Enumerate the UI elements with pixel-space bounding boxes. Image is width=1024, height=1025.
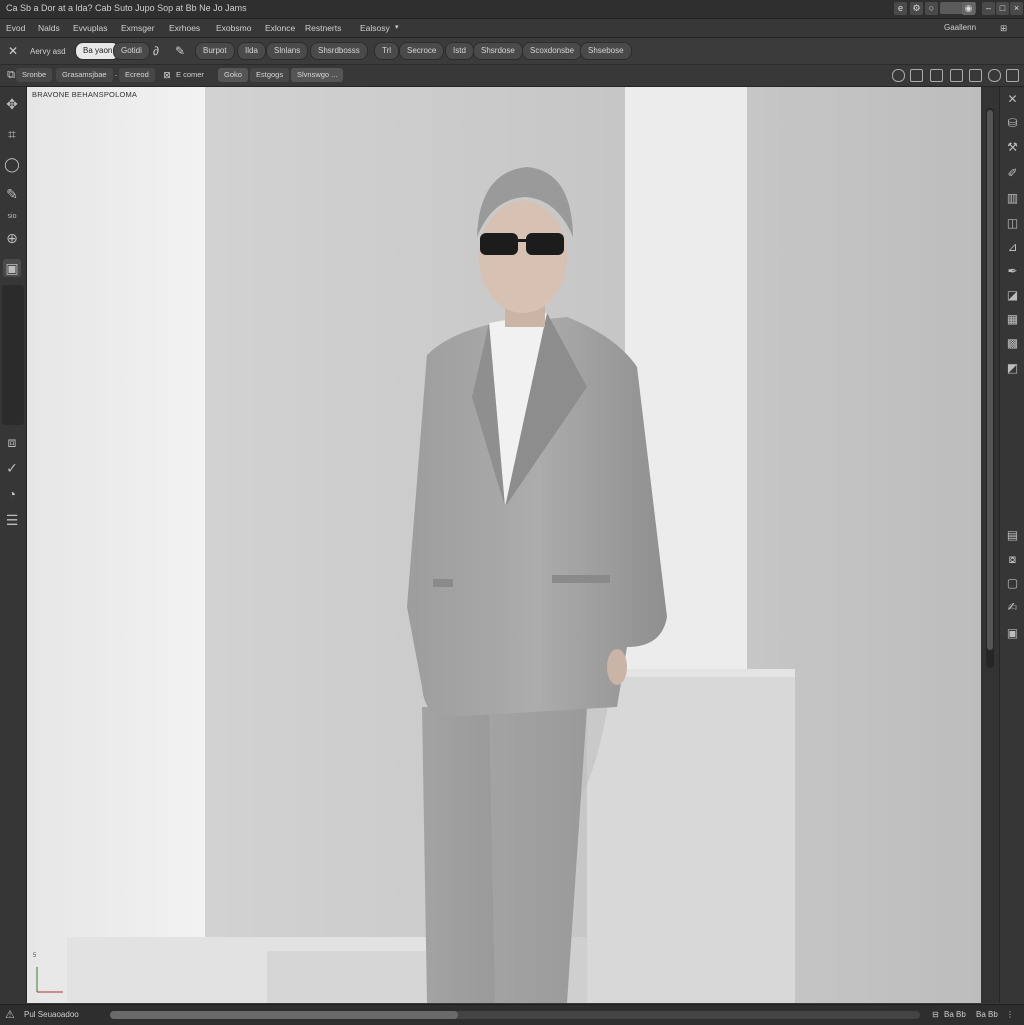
panel-icon[interactable] bbox=[950, 69, 963, 82]
list-icon[interactable]: ☰ bbox=[3, 511, 21, 529]
pill-tab-6[interactable]: Shsrdbosss bbox=[310, 42, 368, 60]
minimize-icon[interactable]: – bbox=[982, 2, 995, 15]
pill-tab-7[interactable]: Secroce bbox=[399, 42, 445, 60]
menu-item-2[interactable]: Nalds bbox=[38, 23, 60, 33]
pill-tab-8[interactable]: Istd bbox=[445, 42, 474, 60]
menu-bar: Evod Nalds Evvuplas Exmsger Exrhoes Exob… bbox=[0, 19, 1024, 38]
history-icon[interactable]: ⧇ bbox=[1004, 551, 1021, 568]
title-bar: Ca Sb a Dor at a lda? Cab Suto Jupo Sop … bbox=[0, 0, 1024, 19]
document-icon[interactable]: ▣ bbox=[3, 259, 21, 277]
toolbar2-item-6[interactable]: Estgogs bbox=[250, 68, 290, 82]
secondary-toolbar: ⧉ Sronbe Grasamsjbae · Ecreod ⊠ E comer … bbox=[0, 65, 1024, 87]
close-icon[interactable]: × bbox=[1010, 2, 1023, 15]
pill-tab-5[interactable]: Slnlans bbox=[266, 42, 309, 60]
brush-panel-icon[interactable]: ✐ bbox=[1004, 165, 1021, 182]
progress-fill bbox=[110, 1011, 459, 1019]
artboard-icon[interactable]: ▢ bbox=[1004, 575, 1021, 592]
pill-tab-tr[interactable]: Trl bbox=[374, 42, 400, 60]
chevron-down-icon[interactable]: ▾ bbox=[395, 23, 399, 31]
channels-icon[interactable]: ◪ bbox=[1004, 287, 1021, 304]
menu-item-1[interactable]: Evod bbox=[6, 23, 25, 33]
status-text: Pul Seuaoadoo bbox=[24, 1010, 79, 1019]
grip-icon[interactable]: ⋮ bbox=[1006, 1010, 1014, 1019]
toolbar2-item-5[interactable]: Goko bbox=[218, 68, 248, 82]
brush-icon[interactable]: ✎ bbox=[173, 44, 187, 58]
close-panel-icon[interactable]: ✕ bbox=[1004, 91, 1021, 108]
crop-icon[interactable]: ⌗ bbox=[3, 125, 21, 143]
status-right-2[interactable]: Ba Bb bbox=[976, 1010, 998, 1019]
progress-bar bbox=[110, 1011, 920, 1019]
warning-icon[interactable]: ⚠ bbox=[5, 1008, 15, 1021]
pill-tab-10[interactable]: Scoxdonsbe bbox=[522, 42, 583, 60]
layer-name: BRAVONE BEHANSPOLOMA bbox=[32, 90, 138, 99]
transform-icon[interactable]: ⊿ bbox=[1004, 239, 1021, 256]
color-wheel-icon[interactable] bbox=[892, 69, 905, 82]
link-icon[interactable]: ∂ bbox=[149, 44, 163, 58]
adjust-icon[interactable]: ◫ bbox=[1004, 215, 1021, 232]
menu-item-7[interactable]: Exlonce bbox=[265, 23, 295, 33]
settings-icon[interactable]: ⚙ bbox=[910, 2, 923, 15]
options-toolbar: ✕ Aervy asd Ba yaon Gotidi ∂ ✎ Burpot Il… bbox=[0, 38, 1024, 65]
bucket-icon[interactable]: ⛁ bbox=[1004, 115, 1021, 132]
smudge-icon[interactable]: ✍ bbox=[1004, 599, 1021, 616]
move-icon[interactable]: ✥ bbox=[3, 95, 21, 113]
camera-icon[interactable] bbox=[930, 69, 943, 82]
pencil-icon[interactable]: ✎ bbox=[3, 185, 21, 203]
menu-item-4[interactable]: Exmsger bbox=[121, 23, 155, 33]
menu-item-9[interactable]: Ealsosy bbox=[360, 23, 390, 33]
right-tools-panel: ✕ ⛁ ⚒ ✐ ▥ ◫ ⊿ ✒ ◪ ▦ ▩ ◩ ▤ ⧇ ▢ ✍ ▣ bbox=[999, 87, 1024, 1003]
pill-tab-2[interactable]: Gotidi bbox=[113, 42, 150, 60]
canvas-artwork: 5 bbox=[27, 87, 981, 1003]
tool-size-label: sio bbox=[7, 213, 17, 220]
frame-icon[interactable] bbox=[910, 69, 923, 82]
status-right-1[interactable]: Ba Bb bbox=[944, 1010, 966, 1019]
zoom-menu-icon[interactable]: ⊟ bbox=[932, 1010, 939, 1019]
workspace-label[interactable]: Gaallenn bbox=[944, 23, 976, 32]
window-icon[interactable] bbox=[969, 69, 982, 82]
pen-icon[interactable]: ✒ bbox=[1004, 263, 1021, 280]
toolbar2-item-2[interactable]: Grasamsjbae bbox=[56, 68, 113, 82]
tool-options-slot bbox=[2, 285, 24, 425]
properties-icon[interactable]: ▤ bbox=[1004, 527, 1021, 544]
export-icon[interactable] bbox=[1006, 69, 1019, 82]
swatches-icon[interactable]: ▦ bbox=[1004, 311, 1021, 328]
pill-tab-3[interactable]: Burpot bbox=[195, 42, 235, 60]
menu-item-8[interactable]: Restnerts bbox=[305, 23, 341, 33]
status-bar: ⚠ Pul Seuaoadoo ⊟ Ba Bb Ba Bb ⋮ bbox=[0, 1004, 1024, 1025]
maximize-icon[interactable]: □ bbox=[996, 2, 1009, 15]
app-icon[interactable]: e bbox=[894, 2, 907, 15]
lasso-icon[interactable]: ◯ bbox=[3, 155, 21, 173]
refresh-icon[interactable] bbox=[988, 69, 1001, 82]
menu-item-5[interactable]: Exrhoes bbox=[169, 23, 200, 33]
tools-panel: ✥ ⌗ ◯ ✎ sio ⊕ ▣ ⧈ ✓ ◔ ☰ bbox=[0, 87, 27, 1003]
pill-tab-9[interactable]: Shsrdose bbox=[473, 42, 523, 60]
mask-icon[interactable]: ◩ bbox=[1004, 360, 1021, 377]
lock-icon[interactable]: ⊠ bbox=[160, 68, 174, 82]
grid-icon[interactable]: ⊞ bbox=[1000, 23, 1007, 34]
toolbar2-item-4[interactable]: E comer bbox=[176, 70, 204, 79]
canvas[interactable]: 5 BRAVONE BEHANSPOLOMA bbox=[27, 87, 981, 1003]
move-tool-icon[interactable]: ✕ bbox=[6, 44, 20, 58]
preview-icon[interactable]: ▣ bbox=[1004, 625, 1021, 642]
menu-item-3[interactable]: Evvuplas bbox=[73, 23, 108, 33]
toolbar2-item-7[interactable]: Slvnswgo ... bbox=[291, 68, 344, 82]
check-icon[interactable]: ✓ bbox=[3, 459, 21, 477]
eye-icon[interactable]: ◉ bbox=[962, 2, 975, 15]
toolbar2-item-3[interactable]: Ecreod bbox=[119, 68, 155, 82]
panel-scroll-thumb[interactable] bbox=[987, 110, 993, 650]
pill-tab-4[interactable]: Ilda bbox=[237, 42, 266, 60]
globe-icon[interactable]: ⊕ bbox=[3, 229, 21, 247]
window-title: Ca Sb a Dor at a lda? Cab Suto Jupo Sop … bbox=[6, 3, 247, 13]
circle-icon[interactable]: ○ bbox=[925, 2, 938, 15]
styles-icon[interactable]: ▩ bbox=[1004, 335, 1021, 352]
menu-item-6[interactable]: Exobsmo bbox=[216, 23, 251, 33]
columns-icon[interactable]: ▥ bbox=[1004, 190, 1021, 207]
clock-icon[interactable]: ◔ bbox=[3, 485, 21, 503]
pill-tab-11[interactable]: Shsebose bbox=[580, 42, 632, 60]
stamp-icon[interactable]: ⧈ bbox=[3, 433, 21, 451]
toolbar2-item-1[interactable]: Sronbe bbox=[16, 68, 53, 82]
wrench-icon[interactable]: ⚒ bbox=[1004, 139, 1021, 156]
tool-preset-label: Aervy asd bbox=[30, 47, 66, 56]
